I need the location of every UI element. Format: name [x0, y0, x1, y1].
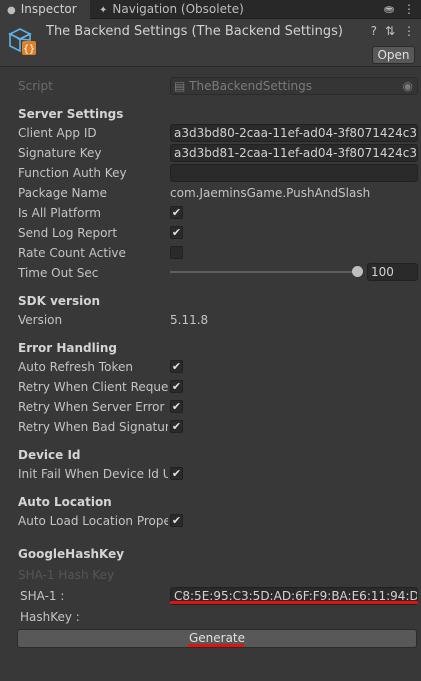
- scriptable-object-icon: {}: [8, 28, 36, 55]
- section-server-settings: Server Settings: [18, 107, 124, 121]
- sha1-label: SHA-1 :: [20, 589, 65, 603]
- inspector-title: The Backend Settings (The Backend Settin…: [46, 24, 343, 39]
- script-value: TheBackendSettings: [189, 79, 313, 93]
- settings-icon[interactable]: ⇅: [385, 24, 395, 38]
- sha1-hash-key-heading: SHA-1 Hash Key: [18, 568, 115, 582]
- time-out-sec-label: Time Out Sec: [18, 266, 99, 280]
- version-label: Version: [18, 313, 63, 327]
- svg-text:{}: {}: [23, 44, 35, 55]
- section-error-handling: Error Handling: [18, 341, 118, 355]
- client-app-id-label: Client App ID: [18, 126, 97, 140]
- tab-navigation[interactable]: ✦ Navigation (Obsolete): [92, 0, 282, 19]
- send-log-report-checkbox[interactable]: ✔: [170, 226, 183, 239]
- lock-icon[interactable]: ⛂: [384, 2, 394, 16]
- script-file-icon: ▤: [174, 79, 186, 93]
- retry-client-request-label: Retry When Client Request: [18, 380, 168, 394]
- object-picker-icon[interactable]: ◉: [403, 78, 413, 94]
- navigation-icon: ✦: [99, 5, 108, 16]
- tab-bar-controls: ⛂ ⋮: [375, 0, 415, 19]
- section-device-id: Device Id: [18, 448, 81, 462]
- auto-refresh-token-label: Auto Refresh Token: [18, 360, 133, 374]
- time-out-sec-field[interactable]: 100: [367, 263, 418, 281]
- help-icon[interactable]: ?: [371, 24, 377, 38]
- rate-count-active-label: Rate Count Active: [18, 246, 126, 260]
- section-google-hash-key: GoogleHashKey: [18, 547, 125, 561]
- retry-server-error-checkbox[interactable]: ✔: [170, 400, 183, 413]
- is-all-platform-checkbox[interactable]: ✔: [170, 206, 183, 219]
- retry-bad-signature-label: Retry When Bad Signature: [18, 420, 168, 434]
- script-label: Script: [18, 79, 53, 93]
- tab-navigation-label: Navigation (Obsolete): [112, 2, 244, 16]
- version-value: 5.11.8: [170, 313, 209, 327]
- more-options-icon[interactable]: ⋮: [403, 2, 415, 16]
- is-all-platform-label: Is All Platform: [18, 206, 101, 220]
- auto-load-location-checkbox[interactable]: ✔: [170, 514, 183, 527]
- signature-key-label: Signature Key: [18, 146, 102, 160]
- sha1-highlight-underline: [170, 601, 418, 604]
- init-fail-device-id-label: Init Fail When Device Id Un: [18, 467, 168, 481]
- init-fail-device-id-checkbox[interactable]: ✔: [170, 467, 183, 480]
- tab-inspector-label: Inspector: [20, 2, 77, 16]
- rate-count-active-checkbox[interactable]: [170, 246, 183, 259]
- function-auth-key-field[interactable]: [170, 164, 418, 182]
- function-auth-key-label: Function Auth Key: [18, 166, 127, 180]
- section-sdk-version: SDK version: [18, 294, 101, 308]
- client-app-id-field[interactable]: a3d3bd80-2caa-11ef-ad04-3f8071424c3: [170, 124, 418, 142]
- section-auto-location: Auto Location: [18, 495, 112, 509]
- header-controls: ? ⇅ ⋮: [363, 24, 415, 38]
- menu-icon[interactable]: ⋮: [403, 24, 415, 38]
- auto-refresh-token-checkbox[interactable]: ✔: [170, 360, 183, 373]
- inspector-header: {} The Backend Settings (The Backend Set…: [0, 19, 421, 67]
- time-out-slider-track[interactable]: [170, 271, 358, 273]
- editor-tab-bar: ● Inspector ✦ Navigation (Obsolete) ⛂ ⋮: [0, 0, 421, 19]
- auto-load-location-label: Auto Load Location Proper: [18, 514, 168, 528]
- generate-highlight-underline: [188, 644, 244, 647]
- script-field: ▤ TheBackendSettings ◉: [170, 77, 418, 95]
- retry-server-error-label: Retry When Server Error: [18, 400, 165, 414]
- info-icon: ●: [7, 5, 16, 16]
- retry-client-request-checkbox[interactable]: ✔: [170, 380, 183, 393]
- tab-inspector[interactable]: ● Inspector: [0, 0, 90, 19]
- signature-key-field[interactable]: a3d3bd81-2caa-11ef-ad04-3f8071424c3: [170, 144, 418, 162]
- retry-bad-signature-checkbox[interactable]: ✔: [170, 420, 183, 433]
- send-log-report-label: Send Log Report: [18, 226, 118, 240]
- package-name-value: com.JaeminsGame.PushAndSlash: [170, 186, 371, 200]
- hashkey-label: HashKey :: [20, 610, 80, 624]
- time-out-slider-handle[interactable]: [352, 266, 363, 277]
- open-button[interactable]: Open: [372, 46, 415, 64]
- package-name-label: Package Name: [18, 186, 107, 200]
